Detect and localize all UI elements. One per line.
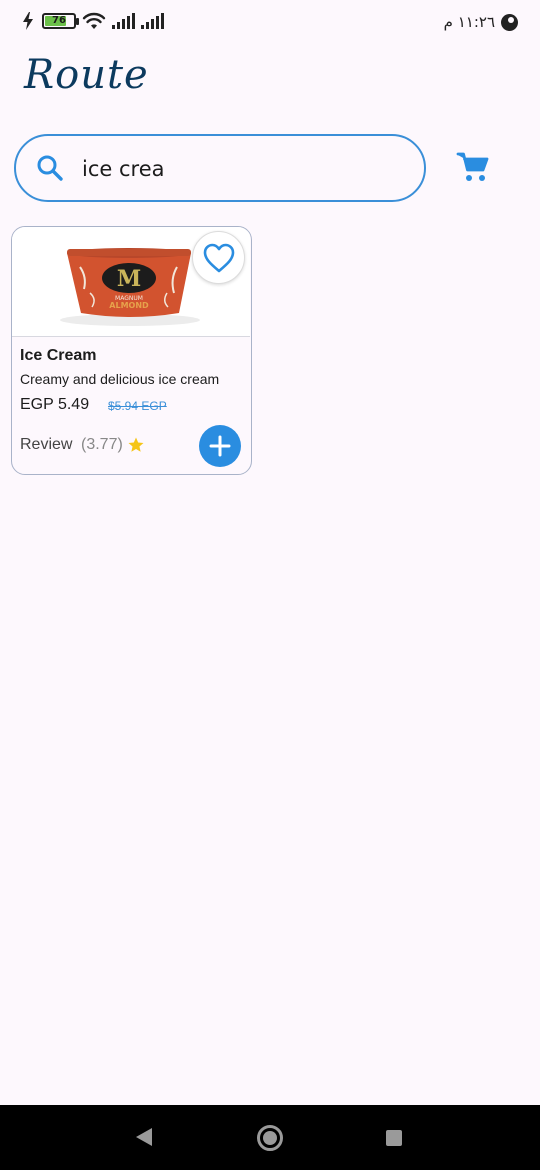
favorite-button[interactable] xyxy=(192,231,245,284)
status-bar: 76 ١١:٢٦ م xyxy=(0,0,540,48)
star-icon xyxy=(128,437,144,452)
svg-text:M: M xyxy=(117,266,141,292)
search-icon xyxy=(37,155,63,181)
cart-icon[interactable] xyxy=(456,150,490,184)
svg-text:ALMOND: ALMOND xyxy=(109,301,149,310)
charging-icon xyxy=(23,12,33,30)
app-logo: Route xyxy=(24,52,149,98)
recents-icon[interactable] xyxy=(386,1130,402,1146)
heart-icon xyxy=(203,243,234,272)
status-right: ١١:٢٦ م xyxy=(444,13,518,31)
app-notification-icon xyxy=(501,13,518,31)
search-bar[interactable] xyxy=(14,134,426,202)
add-to-cart-button[interactable] xyxy=(199,425,241,467)
status-left: 76 xyxy=(22,12,164,30)
product-description: Creamy and delicious ice cream xyxy=(20,371,220,387)
product-price: EGP 5.49 xyxy=(20,396,90,413)
back-icon[interactable] xyxy=(135,1127,153,1147)
signal-icon xyxy=(112,13,135,29)
battery-icon: 76 xyxy=(42,13,79,29)
product-card[interactable]: M MAGNUM ALMOND Ice Cream Creamy and del… xyxy=(11,226,252,475)
wifi-icon xyxy=(82,12,106,29)
product-title: Ice Cream xyxy=(20,347,97,364)
review-label: Review xyxy=(20,436,73,453)
signal-icon xyxy=(141,13,164,29)
system-nav-bar xyxy=(0,1105,540,1170)
search-input[interactable] xyxy=(82,152,402,186)
product-old-price: $5.94 EGP xyxy=(108,399,167,413)
plus-icon xyxy=(209,435,231,457)
battery-level: 76 xyxy=(52,15,66,26)
app-screen: 76 ١١:٢٦ م Route ice crea M MAGNUM ALMON… xyxy=(0,0,540,1170)
status-time: ١١:٢٦ م xyxy=(443,13,495,31)
review-score: (3.77) xyxy=(81,436,123,453)
home-icon[interactable] xyxy=(257,1125,283,1151)
